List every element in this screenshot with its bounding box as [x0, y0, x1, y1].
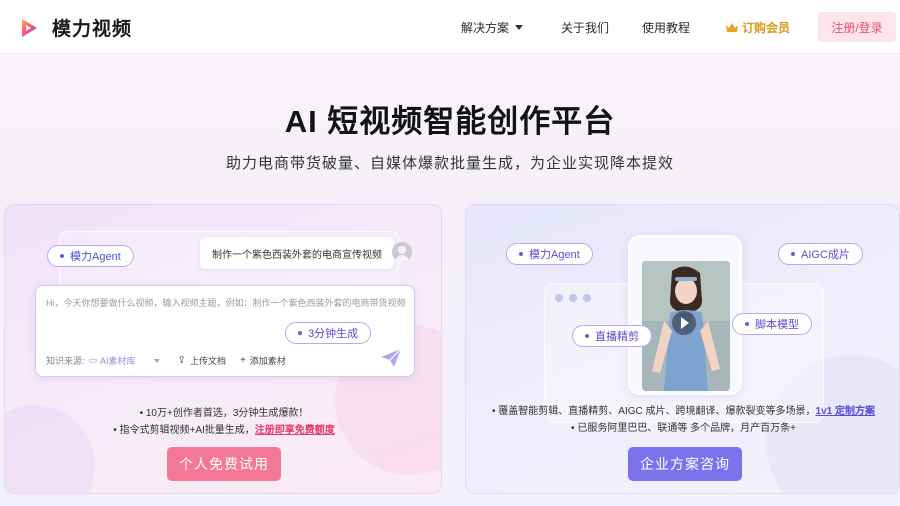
window-dots: [555, 294, 597, 302]
aigc-pill: AIGC成片: [778, 243, 863, 265]
login-register-button[interactable]: 注册/登录: [818, 12, 896, 42]
enterprise-line-2: • 已服务阿里巴巴、联通等 多个品牌，月产百万条+: [466, 420, 899, 437]
dot-icon: [298, 331, 302, 335]
plus-icon: +: [239, 355, 246, 366]
agent-pill-label: 模力Agent: [70, 251, 121, 263]
feature-text-2: 指令式剪辑视频+AI批量生成，: [119, 425, 255, 436]
nav-solutions-label: 解决方案: [461, 21, 510, 35]
nav-about[interactable]: 关于我们: [561, 19, 609, 36]
dot-icon: [519, 252, 523, 256]
brand-name: 模力视频: [52, 19, 133, 40]
add-material-button[interactable]: + 添加素材: [240, 354, 286, 367]
agent-pill: 模力Agent: [506, 243, 593, 265]
speed-pill: 3分钟生成: [285, 322, 372, 344]
prompt-input-placeholder: Hi，今天你想要做什么视频，输入视频主题，例如：制作一个紫色西装外套的电商带货视…: [46, 298, 406, 308]
crown-icon: [726, 23, 738, 32]
source-select-value: AI素材库: [100, 356, 136, 366]
library-icon: ▭: [88, 355, 98, 365]
personal-free-trial-button[interactable]: 个人免费试用: [167, 447, 281, 481]
enterprise-text-1: 覆盖智能剪辑、直播精剪、AIGC 成片、跨境翻译、爆款裂变等多场景，: [498, 406, 816, 417]
live-clip-pill-label: 直播精剪: [595, 331, 639, 343]
chevron-down-icon: [515, 25, 524, 30]
upload-icon: ⇪: [177, 355, 186, 366]
aigc-pill-label: AIGC成片: [801, 249, 850, 261]
add-label: 添加素材: [249, 356, 286, 366]
script-model-pill: 脚本模型: [732, 313, 812, 335]
agent-pill-label: 模力Agent: [529, 249, 580, 261]
personal-card: 模力Agent 制作一个紫色西装外套的电商宣传视频 Hi，今天你想要做什么视频，…: [4, 204, 442, 494]
nav-tutorial[interactable]: 使用教程: [642, 19, 690, 36]
script-model-pill-label: 脚本模型: [755, 319, 799, 331]
page-title: AI 短视频智能创作平台: [284, 104, 616, 139]
nav-vip-label: 订购会员: [742, 21, 791, 35]
upload-document-button[interactable]: ⇪ 上传文档: [178, 354, 226, 367]
dot-icon: [585, 334, 589, 338]
nav-vip[interactable]: 订购会员: [725, 19, 790, 36]
logo-icon: [22, 18, 37, 37]
page-subtitle: 助力电商带货破量、自媒体爆款批量生成，为企业实现降本提效: [225, 155, 674, 172]
top-nav: 模力视频 解决方案 关于我们 使用教程 订购会员 注册/登录: [0, 0, 900, 54]
dot-icon: [791, 252, 795, 256]
speed-pill-label: 3分钟生成: [308, 328, 359, 340]
enterprise-card: 模力Agent AIGC成片 直播精剪 脚本模型 • 覆盖智能剪辑、直播精剪、A…: [465, 204, 900, 494]
dot-icon: [60, 254, 64, 258]
custom-plan-link[interactable]: 1v1 定制方案: [816, 406, 875, 417]
enterprise-consult-button[interactable]: 企业方案咨询: [628, 447, 742, 481]
enterprise-text-2: 已服务阿里巴巴、联通等 多个品牌，月产百万条+: [577, 423, 796, 434]
upload-label: 上传文档: [189, 356, 226, 366]
source-select[interactable]: ▭ AI素材库: [89, 354, 160, 367]
send-icon[interactable]: [380, 348, 402, 368]
user-avatar-icon: [392, 242, 412, 262]
live-clip-pill: 直播精剪: [572, 325, 652, 347]
play-icon[interactable]: [672, 311, 696, 335]
chevron-down-icon: [153, 358, 160, 363]
agent-pill: 模力Agent: [47, 245, 134, 267]
feature-line-1: • 10万+创作者首选，3分钟生成爆款！: [5, 405, 441, 422]
input-toolbar: 知识来源: ▭ AI素材库 ⇪ 上传文档 + 添加素材: [46, 354, 300, 367]
feature-text-1: 10万+创作者首选，3分钟生成爆款！: [145, 408, 309, 419]
free-credit-link[interactable]: 注册即享免费额度: [255, 425, 335, 436]
dot-icon: [745, 322, 749, 326]
source-label: 知识来源:: [46, 356, 85, 366]
chat-prompt-bubble: 制作一个紫色西装外套的电商宣传视频: [200, 237, 394, 269]
nav-solutions[interactable]: 解决方案: [461, 19, 524, 36]
enterprise-line-1: • 覆盖智能剪辑、直播精剪、AIGC 成片、跨境翻译、爆款裂变等多场景，1v1 …: [466, 403, 899, 420]
feature-line-2: • 指令式剪辑视频+AI批量生成，注册即享免费额度: [5, 422, 441, 439]
logo[interactable]: 模力视频: [18, 14, 132, 41]
